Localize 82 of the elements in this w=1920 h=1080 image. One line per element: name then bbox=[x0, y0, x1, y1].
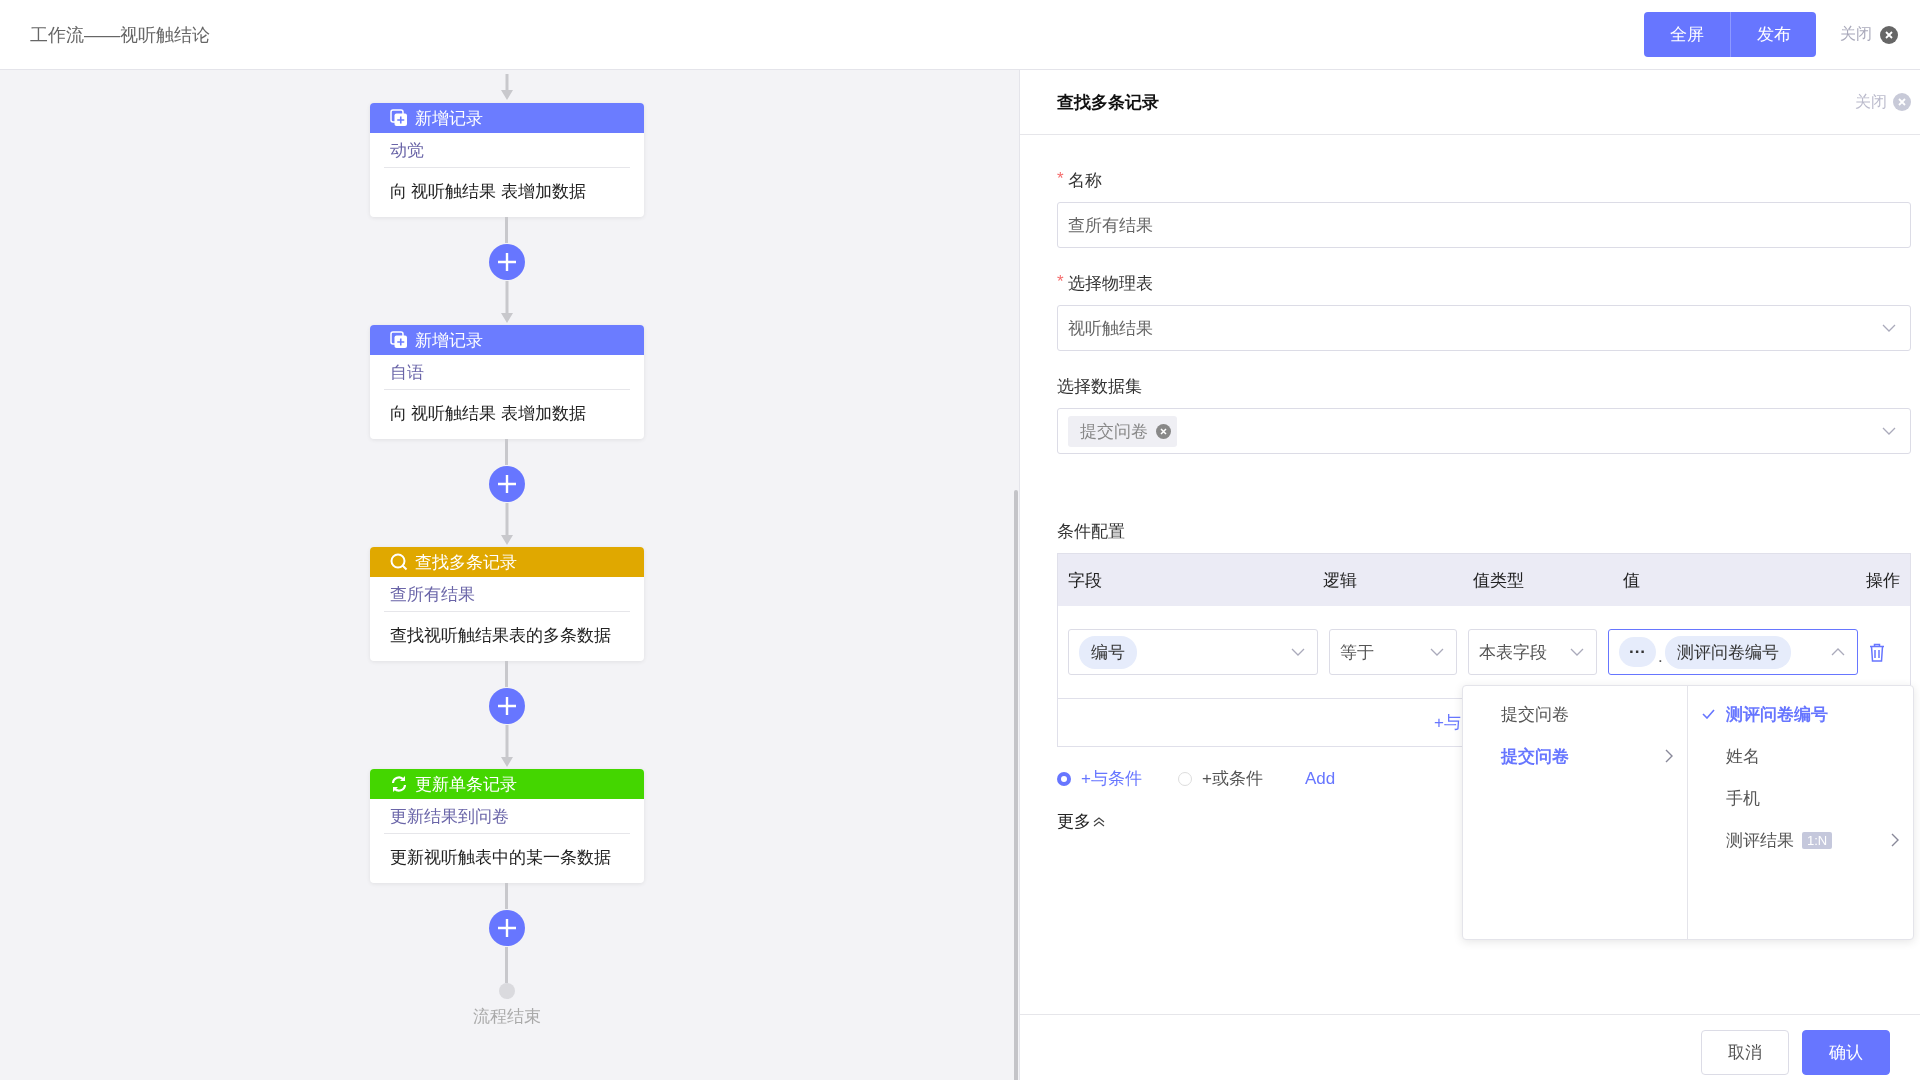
radio-label[interactable]: +与条件 bbox=[1081, 767, 1142, 790]
check-icon bbox=[1702, 709, 1715, 719]
node-description: 查找视听触结果表的多条数据 bbox=[389, 626, 611, 645]
cancel-button[interactable]: 取消 bbox=[1701, 1030, 1789, 1075]
node-description: 向 视听触结果 表增加数据 bbox=[389, 182, 586, 201]
chevron-up-icon bbox=[1831, 648, 1845, 656]
radio-label[interactable]: +或条件 bbox=[1201, 767, 1263, 790]
column-header: 操作 bbox=[1866, 569, 1901, 592]
add-node-button[interactable] bbox=[487, 243, 526, 281]
node-name: 更新结果到问卷 bbox=[389, 807, 509, 826]
delete-icon[interactable] bbox=[1869, 642, 1885, 662]
end-label: 流程结束 bbox=[472, 1006, 541, 1028]
header-button[interactable]: 发布 bbox=[1730, 12, 1816, 57]
required-mark: * bbox=[1057, 272, 1064, 293]
chevron-right-icon bbox=[1665, 749, 1673, 763]
chevron-right-icon bbox=[1891, 833, 1899, 847]
connector-arrow bbox=[500, 725, 513, 767]
section-label: 条件配置 bbox=[1057, 522, 1125, 541]
relation-badge: 1:N bbox=[1802, 831, 1833, 849]
field-chip: 编号 bbox=[1079, 635, 1137, 669]
plus-square-icon bbox=[389, 109, 408, 127]
field-label: 选择数据集 bbox=[1057, 376, 1142, 398]
header-button[interactable]: 全屏 bbox=[1644, 12, 1730, 57]
cascader-option[interactable]: 手机 bbox=[1688, 777, 1913, 819]
cascader-option[interactable]: 提交问卷 bbox=[1463, 735, 1687, 777]
chevron-down-icon bbox=[1882, 427, 1896, 435]
node-title: 查找多条记录 bbox=[414, 551, 517, 574]
field-label: 选择物理表 bbox=[1067, 273, 1153, 295]
cascader-option[interactable]: 测评结果 1:N bbox=[1688, 819, 1913, 861]
cascader-option[interactable]: 提交问卷 bbox=[1463, 693, 1687, 735]
node-name: 查所有结果 bbox=[389, 585, 475, 604]
value-type-select[interactable]: 本表字段 bbox=[1468, 629, 1597, 675]
scrollbar-thumb[interactable] bbox=[1014, 490, 1018, 1080]
chevron-down-icon bbox=[1430, 648, 1444, 656]
column-header: 值 bbox=[1623, 569, 1641, 592]
chevron-down-icon bbox=[1882, 324, 1896, 332]
search-icon bbox=[389, 553, 408, 571]
confirm-button[interactable]: 确认 bbox=[1802, 1030, 1890, 1075]
logic-select[interactable]: 等于 bbox=[1329, 629, 1457, 675]
node-name: 自语 bbox=[389, 363, 424, 382]
node-description: 更新视听触表中的某一条数据 bbox=[389, 848, 611, 867]
add-node-button[interactable] bbox=[487, 465, 526, 503]
chevron-down-icon bbox=[1570, 648, 1584, 656]
path-separator: . bbox=[1658, 647, 1663, 667]
column-header: 字段 bbox=[1067, 569, 1103, 592]
required-mark: * bbox=[1057, 169, 1064, 190]
path-chip: 测评问卷编号 bbox=[1664, 635, 1791, 669]
connector-arrow bbox=[500, 503, 513, 545]
node-title: 新增记录 bbox=[414, 329, 483, 352]
value-select[interactable]: ··· . 测评问卷编号 bbox=[1608, 629, 1858, 675]
chevron-down-icon bbox=[1291, 648, 1305, 656]
refresh-icon bbox=[389, 775, 408, 793]
dataset-select[interactable]: 提交问卷 bbox=[1057, 408, 1911, 454]
radio-button[interactable] bbox=[1057, 771, 1071, 786]
connector-arrow bbox=[500, 281, 513, 323]
tag-remove-icon[interactable] bbox=[1156, 423, 1171, 439]
close-icon[interactable] bbox=[1880, 25, 1898, 44]
add-node-button[interactable] bbox=[487, 909, 526, 947]
plus-square-icon bbox=[389, 331, 408, 349]
cascader-option[interactable]: 姓名 bbox=[1688, 735, 1913, 777]
window-title: 工作流——视听触结论 bbox=[30, 23, 211, 47]
node-title: 更新单条记录 bbox=[414, 773, 517, 796]
cascader-option[interactable]: 测评问卷编号 bbox=[1688, 693, 1913, 735]
column-header: 值类型 bbox=[1473, 569, 1525, 592]
field-label: 名称 bbox=[1067, 170, 1102, 192]
more-toggle[interactable]: 更多 bbox=[1057, 810, 1091, 833]
panel-title: 查找多条记录 bbox=[1057, 91, 1160, 114]
node-name: 动觉 bbox=[389, 141, 424, 160]
double-chevron-up-icon bbox=[1093, 816, 1105, 827]
node-description: 向 视听触结果 表增加数据 bbox=[389, 404, 586, 423]
add-node-button[interactable] bbox=[487, 687, 526, 725]
add-condition-link[interactable]: +与 bbox=[1434, 711, 1461, 734]
name-input[interactable]: 查所有结果 bbox=[1057, 202, 1911, 248]
field-select[interactable]: 编号 bbox=[1068, 629, 1318, 675]
path-chip: ··· bbox=[1619, 637, 1656, 667]
add-link[interactable]: Add bbox=[1304, 768, 1336, 789]
column-header: 逻辑 bbox=[1323, 569, 1358, 592]
table-select[interactable]: 视听触结果 bbox=[1057, 305, 1911, 351]
dataset-tag: 提交问卷 bbox=[1068, 415, 1177, 447]
connector-arrow bbox=[500, 74, 513, 100]
end-point bbox=[498, 983, 515, 999]
node-title: 新增记录 bbox=[414, 107, 483, 130]
